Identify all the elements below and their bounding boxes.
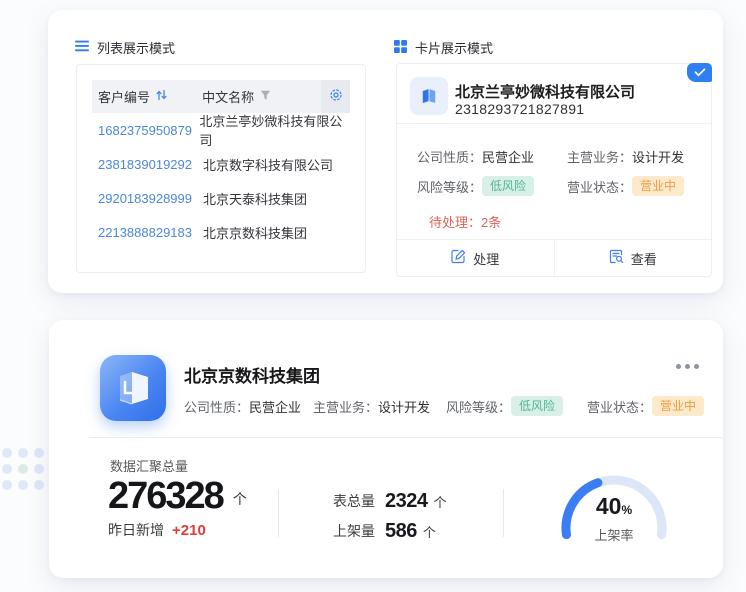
display-modes-panel: 列表展示模式 客户编号 中文名称 1682375950 — [48, 10, 723, 293]
company-name-cell: 北京天泰科技集团 — [203, 189, 307, 208]
field-label: 风险等级： — [417, 177, 482, 196]
aggregate-total: 276328 个 — [108, 476, 247, 516]
company-name-cell: 北京数字科技有限公司 — [203, 155, 333, 174]
book-icon — [418, 85, 440, 107]
table-total-unit: 个 — [434, 492, 447, 511]
yesterday-delta: +210 — [172, 522, 206, 539]
divider — [278, 489, 279, 537]
table-stats: 表总量 2324 个 上架量 586 个 — [333, 488, 447, 548]
company-name-cell: 北京京数科技集团 — [203, 223, 307, 242]
shelf-unit: 个 — [423, 522, 436, 541]
sort-icon[interactable] — [156, 89, 167, 104]
company-name-cell: 北京兰亭妙微科技有限公司 — [199, 111, 350, 149]
company-card-footer: 处理 查看 — [397, 239, 711, 276]
field-label: 风险等级： — [446, 397, 511, 416]
view-button[interactable]: 查看 — [554, 240, 712, 276]
table-row: 2920183928999 北京天泰科技集团 — [92, 181, 350, 215]
shelf-total-row: 上架量 586 个 — [333, 518, 447, 544]
company-code: 2318293721827891 — [455, 101, 584, 117]
field-value: 民营企业 — [482, 147, 534, 166]
company-name: 北京兰亭妙微科技有限公司 — [455, 81, 635, 102]
customer-id-link[interactable]: 2920183928999 — [92, 191, 203, 206]
customer-id-column-label: 客户编号 — [98, 87, 150, 106]
gauge-percent-sign: % — [621, 503, 632, 517]
more-menu-button[interactable] — [676, 364, 699, 369]
view-icon — [609, 249, 624, 267]
list-mode-icon — [75, 40, 89, 55]
detail-company-name: 北京京数科技集团 — [184, 362, 320, 387]
divider — [503, 489, 504, 537]
yesterday-label: 昨日新增 — [108, 520, 164, 540]
table-row: 2213888829183 北京京数科技集团 — [92, 215, 350, 249]
card-mode-title: 卡片展示模式 — [415, 38, 493, 57]
gauge-percent-value: 40 — [596, 493, 622, 519]
company-detail-panel: 北京京数科技集团 公司性质： 民营企业 主营业务： 设计开发 风险等级： 低风险… — [49, 320, 723, 578]
ellipsis-dot — [694, 364, 699, 369]
gear-icon — [329, 88, 343, 105]
dashboard-page: { "colors": { "accent_blue": "#2f7bf0", … — [0, 0, 746, 592]
field-value: 设计开发 — [378, 397, 430, 416]
table-row: 1682375950879 北京兰亭妙微科技有限公司 — [92, 113, 350, 147]
column-header-customer-id[interactable]: 客户编号 — [92, 80, 202, 113]
customer-id-link[interactable]: 2381839019292 — [92, 157, 203, 172]
table-total-row: 表总量 2324 个 — [333, 488, 447, 514]
view-button-label: 查看 — [631, 249, 657, 268]
table-settings-button[interactable] — [321, 80, 350, 113]
gauge-readout: 40% 上架率 — [554, 494, 674, 544]
pending-label: 待处理： — [429, 215, 481, 230]
aggregate-total-unit: 个 — [233, 489, 247, 516]
field-label: 营业状态： — [587, 397, 652, 416]
yesterday-new: 昨日新增 +210 — [108, 520, 206, 540]
customer-table: 客户编号 中文名称 1682375950879 北京兰亭妙微科技有限公司 — [76, 64, 366, 273]
company-fields-row: 公司性质： 民营企业 主营业务： 设计开发 — [397, 146, 711, 166]
field-label: 主营业务： — [567, 147, 632, 166]
field-value: 设计开发 — [632, 147, 684, 166]
table-row: 2381839019292 北京数字科技有限公司 — [92, 147, 350, 181]
field-value: 民营企业 — [249, 397, 301, 416]
customer-id-link[interactable]: 1682375950879 — [92, 123, 199, 138]
table-header-row: 客户编号 中文名称 — [92, 80, 350, 113]
business-status-badge: 营业中 — [652, 396, 704, 416]
field-label: 公司性质： — [184, 397, 249, 416]
detail-fields-row: 公司性质： 民营企业 主营业务： 设计开发 风险等级： 低风险 营业状态： 营业… — [184, 396, 724, 416]
chinese-name-column-label: 中文名称 — [202, 87, 254, 106]
process-button[interactable]: 处理 — [397, 240, 554, 276]
table-total-label: 表总量 — [333, 491, 385, 511]
customer-id-link[interactable]: 2213888829183 — [92, 225, 203, 240]
column-header-chinese-name[interactable]: 中文名称 — [202, 80, 321, 113]
book-icon — [112, 367, 154, 409]
pending-items-text: 待处理：2条 — [429, 212, 501, 231]
gauge-label: 上架率 — [554, 525, 674, 544]
ellipsis-dot — [685, 364, 690, 369]
company-card-header: 北京兰亭妙微科技有限公司 2318293721827891 — [397, 64, 711, 124]
decorative-dots — [0, 446, 48, 492]
list-mode-title: 列表展示模式 — [97, 38, 175, 57]
pending-count: 2条 — [481, 215, 501, 230]
company-fields-row: 风险等级： 低风险 营业状态： 营业中 — [397, 176, 711, 196]
divider — [89, 437, 722, 438]
process-button-label: 处理 — [473, 249, 499, 268]
ellipsis-dot — [676, 364, 681, 369]
filter-icon[interactable] — [260, 89, 271, 104]
shelf-value: 586 — [385, 520, 417, 543]
company-logo-icon — [410, 77, 448, 115]
risk-level-badge: 低风险 — [511, 396, 563, 416]
card-mode-icon — [394, 40, 407, 56]
company-logo-large — [100, 355, 166, 421]
field-label: 公司性质： — [417, 147, 482, 166]
field-label: 营业状态： — [567, 177, 632, 196]
shelf-label: 上架量 — [333, 521, 385, 541]
table-total-value: 2324 — [385, 490, 428, 513]
edit-icon — [451, 249, 466, 267]
risk-level-badge: 低风险 — [482, 176, 534, 196]
card-mode-header: 卡片展示模式 — [394, 38, 493, 57]
list-mode-header: 列表展示模式 — [75, 38, 175, 57]
aggregate-total-label: 数据汇聚总量 — [110, 456, 188, 475]
aggregate-total-value: 276328 — [108, 476, 223, 516]
company-card[interactable]: 北京兰亭妙微科技有限公司 2318293721827891 公司性质： 民营企业… — [396, 63, 712, 277]
business-status-badge: 营业中 — [632, 176, 684, 196]
field-label: 主营业务： — [313, 397, 378, 416]
